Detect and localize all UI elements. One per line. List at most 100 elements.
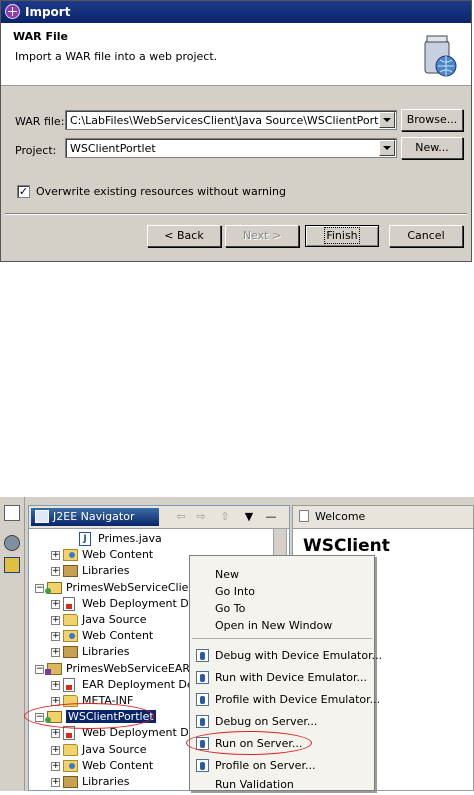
overwrite-checkbox[interactable]: ✓ xyxy=(17,185,30,198)
expand-icon[interactable]: + xyxy=(51,599,60,609)
project-combo[interactable]: WSClientPortlet xyxy=(65,138,397,158)
profile-server-icon xyxy=(196,759,209,772)
menu-item-label: Go To xyxy=(215,602,246,615)
tree-item-label: Java Source xyxy=(82,613,147,626)
new-project-button[interactable]: New... xyxy=(401,137,463,159)
forward-arrow-icon[interactable]: ⇨ xyxy=(195,511,207,523)
menu-item[interactable]: Open in New Window xyxy=(190,615,374,636)
cancel-button[interactable]: Cancel xyxy=(389,225,463,247)
j2ee-perspective-icon[interactable] xyxy=(4,557,20,573)
browse-label: Browse... xyxy=(406,113,458,126)
context-menu: New Go Into Go To Open in New Window Debug w… xyxy=(189,555,382,791)
resource-perspective-icon[interactable] xyxy=(4,535,20,551)
tree-item-label: Web Content xyxy=(82,548,154,562)
war-file-dropdown-icon[interactable] xyxy=(379,112,395,128)
war-file-value: C:\LabFiles\WebServicesClient\Java Sourc… xyxy=(70,114,397,127)
welcome-tab[interactable]: Welcome xyxy=(315,510,365,523)
menu-item[interactable]: Profile on Server... xyxy=(190,755,374,776)
navigator-icon xyxy=(35,510,49,523)
tree-row[interactable]: J Primes.java xyxy=(29,531,273,547)
debug-emulator-icon xyxy=(196,649,209,662)
menu-item-label: Run with Device Emulator... xyxy=(215,671,368,684)
menu-item[interactable]: Profile with Device Emulator... xyxy=(190,689,380,710)
tree-item-label: Libraries xyxy=(82,564,130,578)
java-file-icon: J xyxy=(79,532,91,546)
navigator-tab-bar: J2EE Navigator ⇦ ⇨ ⇧ ▼ — xyxy=(29,506,289,529)
web-project-icon xyxy=(45,581,62,594)
menu-item-label: Profile on Server... xyxy=(215,759,316,772)
up-folder-icon[interactable]: ⇧ xyxy=(219,511,231,523)
perspective-bar xyxy=(0,497,25,791)
menu-item[interactable]: Run Validation xyxy=(190,774,374,795)
tree-item-label: Web Deployment De xyxy=(82,596,196,610)
welcome-file-icon xyxy=(299,510,309,522)
expand-icon[interactable]: + xyxy=(51,632,60,642)
debug-server-icon xyxy=(196,715,209,728)
folder-icon xyxy=(63,743,78,756)
highlight-ellipse-project xyxy=(24,703,154,729)
open-perspective-icon[interactable] xyxy=(4,505,20,521)
view-menu-icon[interactable]: ▼ xyxy=(243,511,255,523)
tree-item-label: Java Source xyxy=(82,742,147,756)
expand-icon[interactable]: + xyxy=(51,761,60,771)
import-dialog: Import WAR File Import a WAR file into a… xyxy=(0,0,472,262)
minimize-view-icon[interactable]: — xyxy=(265,511,277,523)
dialog-titlebar[interactable]: Import xyxy=(1,1,471,23)
tree-item-label: Primes.java xyxy=(98,532,162,545)
menu-item[interactable]: Debug with Device Emulator... xyxy=(190,645,382,666)
tree-item-label: EAR Deployment Des xyxy=(82,677,200,691)
project-value: WSClientPortlet xyxy=(70,142,156,155)
finish-button[interactable]: Finish xyxy=(305,225,379,247)
run-emulator-icon xyxy=(196,671,209,684)
next-button[interactable]: Next > xyxy=(225,225,299,247)
collapse-icon[interactable]: − xyxy=(35,664,44,674)
navigator-tab[interactable]: J2EE Navigator xyxy=(31,508,159,526)
expand-icon[interactable]: + xyxy=(51,551,60,561)
eclipse-app-icon xyxy=(5,4,20,19)
expand-icon[interactable]: + xyxy=(51,745,60,755)
dialog-banner: WAR File Import a WAR file into a web pr… xyxy=(1,23,471,86)
web-content-folder-icon xyxy=(63,630,78,643)
browse-button[interactable]: Browse... xyxy=(401,109,463,131)
deployment-descriptor-icon xyxy=(63,677,75,692)
menu-item[interactable]: Run with Device Emulator... xyxy=(190,667,374,688)
new-label: New... xyxy=(415,141,449,154)
menu-item-label: Run Validation xyxy=(215,778,294,791)
tree-item-label: PrimesWebServiceEAR xyxy=(66,661,190,675)
web-content-folder-icon xyxy=(63,759,78,772)
back-arrow-icon[interactable]: ⇦ xyxy=(175,511,187,523)
tree-item-label: Web Content xyxy=(82,629,154,643)
banner-title: WAR File xyxy=(13,30,68,43)
war-file-combo[interactable]: C:\LabFiles\WebServicesClient\Java Sourc… xyxy=(65,110,397,130)
navigator-tab-title: J2EE Navigator xyxy=(53,510,135,523)
dialog-title: Import xyxy=(25,5,71,19)
libraries-icon xyxy=(63,565,78,578)
expand-icon[interactable]: + xyxy=(51,729,60,739)
banner-description: Import a WAR file into a web project. xyxy=(15,50,218,63)
tree-scrollbar[interactable] xyxy=(273,528,287,558)
collapse-icon[interactable]: − xyxy=(35,583,44,593)
expand-icon[interactable]: + xyxy=(51,680,60,690)
back-button[interactable]: < Back xyxy=(147,225,221,247)
libraries-icon xyxy=(63,776,78,788)
overwrite-label: Overwrite existing resources without war… xyxy=(36,185,287,198)
dialog-separator xyxy=(5,213,467,215)
project-dropdown-icon[interactable] xyxy=(379,140,395,156)
tree-item-label: Web Content xyxy=(82,758,154,772)
welcome-heading: WSClient xyxy=(303,536,390,556)
expand-icon[interactable]: + xyxy=(51,648,60,658)
ear-project-icon xyxy=(45,662,62,675)
deployment-descriptor-icon xyxy=(63,596,75,611)
menu-item-label: Open in New Window xyxy=(215,619,333,632)
back-label: < Back xyxy=(164,229,204,242)
tree-item-label: Libraries xyxy=(82,645,130,659)
web-content-folder-icon xyxy=(63,549,78,562)
project-label: Project: xyxy=(15,144,57,157)
libraries-icon xyxy=(63,646,78,659)
menu-item-label: Debug on Server... xyxy=(215,715,318,728)
expand-icon[interactable]: + xyxy=(51,567,60,577)
expand-icon[interactable]: + xyxy=(51,778,60,787)
menu-item[interactable]: Debug on Server... xyxy=(190,711,374,732)
expand-icon[interactable]: + xyxy=(51,616,60,625)
welcome-tab-bar: Welcome xyxy=(293,506,473,529)
